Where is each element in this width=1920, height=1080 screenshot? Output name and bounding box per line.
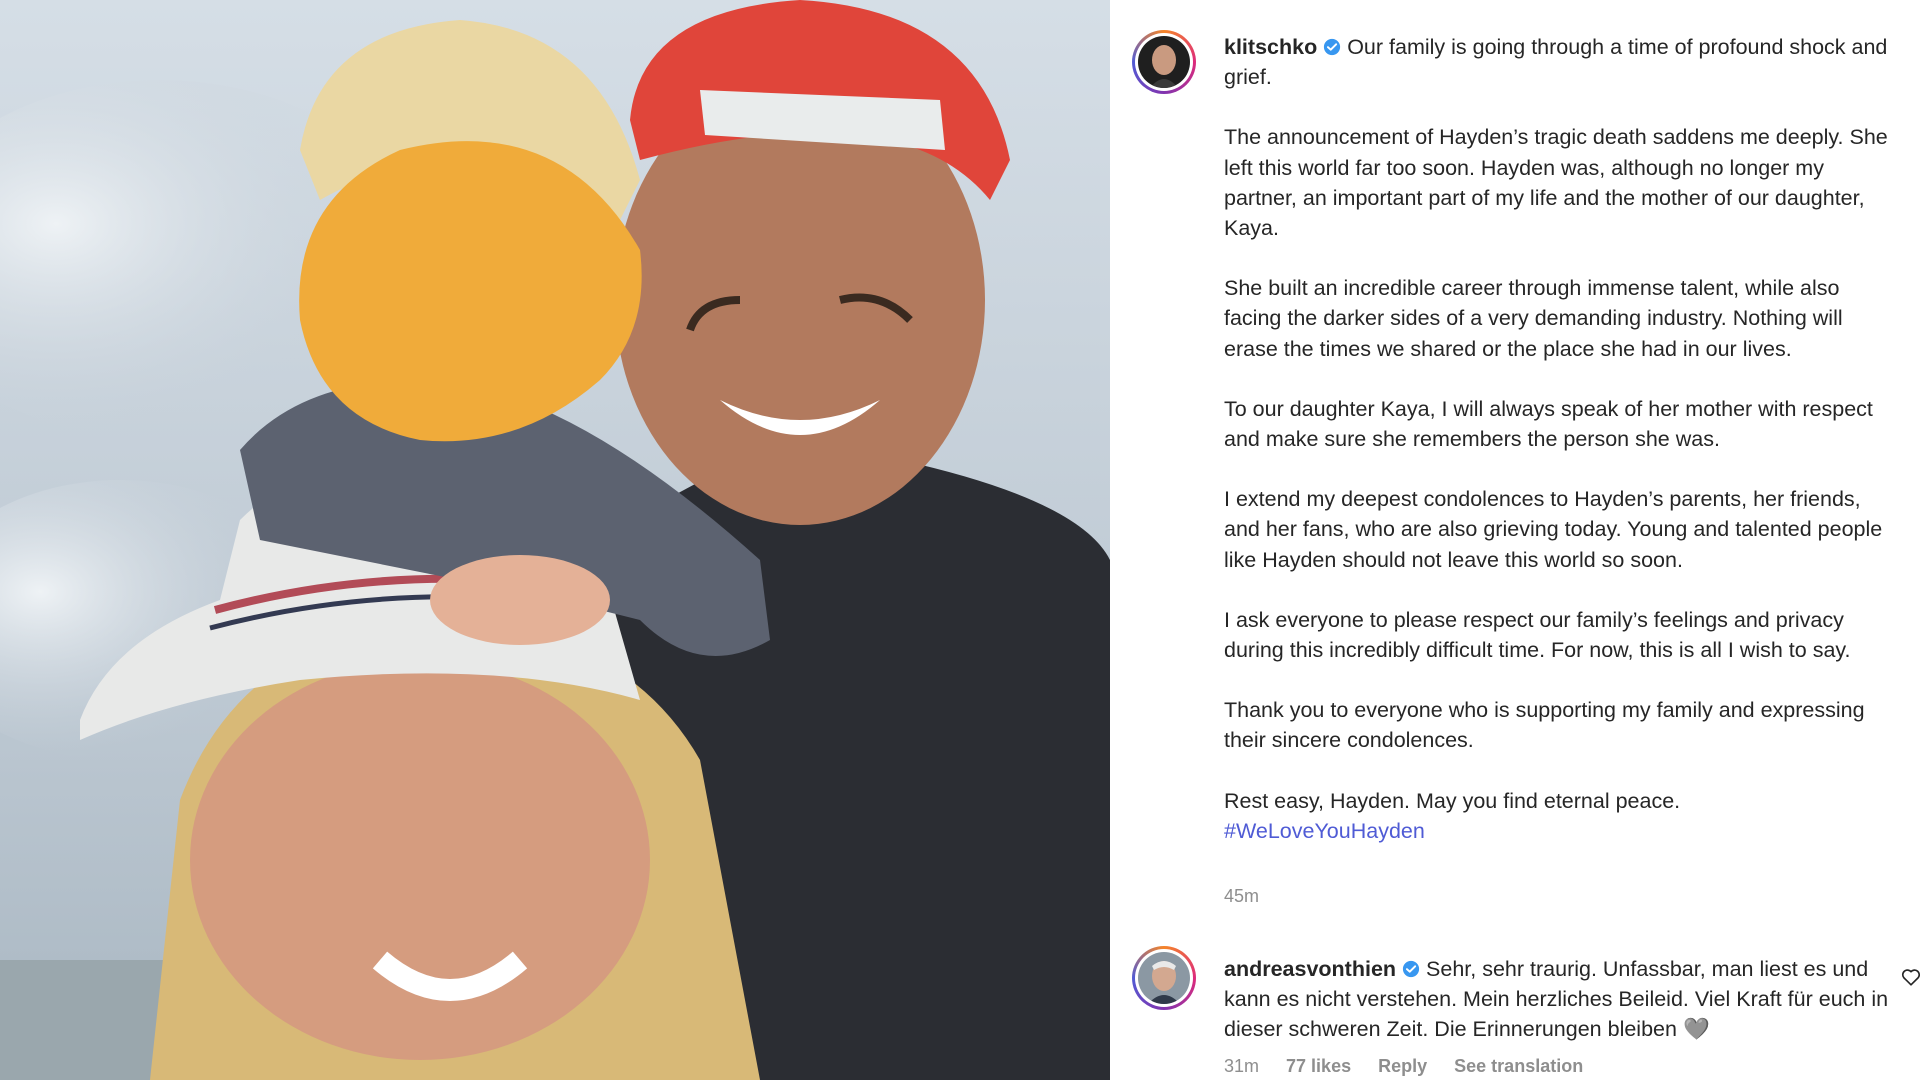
post-panel: klitschko Our family is going through a t… bbox=[1110, 0, 1920, 1080]
comment-author-avatar[interactable] bbox=[1132, 946, 1196, 1010]
verified-badge-icon bbox=[1324, 38, 1341, 56]
comment-time[interactable]: 31m bbox=[1224, 1056, 1259, 1076]
comment: andreasvonthien Sehr, sehr traurig. Unfas… bbox=[1224, 954, 1894, 1045]
comment-meta: 31m 77 likes Reply See translation bbox=[1224, 1056, 1605, 1077]
post-author-username[interactable]: klitschko bbox=[1224, 35, 1317, 59]
post-caption: klitschko Our family is going through a t… bbox=[1224, 32, 1894, 846]
caption-paragraph: Rest easy, Hayden. May you find eternal … bbox=[1224, 788, 1681, 813]
see-translation-button[interactable]: See translation bbox=[1454, 1056, 1583, 1076]
heart-outline-icon[interactable] bbox=[1900, 966, 1920, 988]
post-timestamp[interactable]: 45m bbox=[1224, 886, 1259, 907]
reply-button[interactable]: Reply bbox=[1378, 1056, 1427, 1076]
post-photo-illustration bbox=[0, 0, 1110, 1080]
comment-likes[interactable]: 77 likes bbox=[1286, 1056, 1351, 1076]
caption-paragraph: The announcement of Hayden’s tragic deat… bbox=[1224, 125, 1888, 241]
post-author-avatar[interactable] bbox=[1132, 30, 1196, 94]
caption-paragraph: I ask everyone to please respect our fam… bbox=[1224, 607, 1851, 663]
hashtag-link[interactable]: #WeLoveYouHayden bbox=[1224, 816, 1894, 846]
caption-paragraph: I extend my deepest condolences to Hayde… bbox=[1224, 487, 1883, 572]
post-photo[interactable] bbox=[0, 0, 1110, 1080]
caption-intro: klitschko Our family is going through a t… bbox=[1224, 32, 1894, 92]
comment-author-username[interactable]: andreasvonthien bbox=[1224, 957, 1396, 981]
caption-paragraph: She built an incredible career through i… bbox=[1224, 276, 1843, 361]
caption-paragraph: Thank you to everyone who is supporting … bbox=[1224, 698, 1865, 753]
grey-heart-emoji: 🩶 bbox=[1682, 1017, 1710, 1042]
verified-badge-icon bbox=[1402, 960, 1420, 978]
caption-paragraph: To our daughter Kaya, I will always spea… bbox=[1224, 396, 1873, 452]
